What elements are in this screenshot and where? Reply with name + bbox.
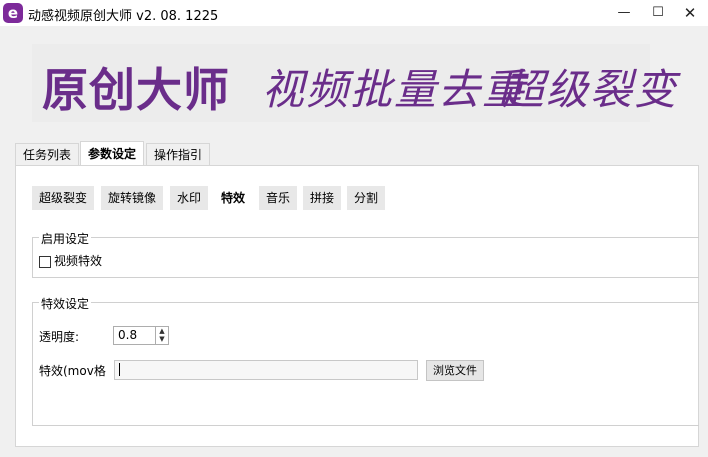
video-effect-checkbox-row[interactable]: 视频特效 <box>39 252 102 269</box>
subtab-split[interactable]: 分割 <box>347 186 386 210</box>
app-logo-icon: e <box>3 3 23 23</box>
text-caret <box>119 363 120 376</box>
subtab-super-fission[interactable]: 超级裂变 <box>32 186 95 210</box>
close-button[interactable]: ✕ <box>675 0 705 26</box>
enable-settings-title: 启用设定 <box>39 230 92 247</box>
maximize-button[interactable]: ☐ <box>643 0 673 26</box>
spinner-down-icon[interactable]: ▼ <box>156 335 168 343</box>
subtab-rotate-mirror[interactable]: 旋转镜像 <box>101 186 164 210</box>
opacity-spinner[interactable]: 0.8 ▲ ▼ <box>113 326 169 345</box>
browse-file-button[interactable]: 浏览文件 <box>426 360 484 381</box>
effect-file-label: 特效(mov格 <box>39 364 106 378</box>
title-bar: e 动感视频原创大师 v2. 08. 1225 — ☐ ✕ <box>0 0 708 26</box>
tab-guide[interactable]: 操作指引 <box>146 143 211 166</box>
video-effect-checkbox-label: 视频特效 <box>54 254 103 268</box>
banner: 原创大师 视频批量去重 超级裂变 <box>32 44 676 122</box>
video-effect-checkbox[interactable] <box>39 255 51 268</box>
effect-settings-title: 特效设定 <box>39 295 92 312</box>
subtab-effects[interactable]: 特效 <box>214 186 253 210</box>
banner-slogan-dedupe: 视频批量去重 <box>262 65 527 114</box>
spinner-arrows[interactable]: ▲ ▼ <box>155 327 168 344</box>
banner-logo-text: 原创大师 <box>42 63 230 117</box>
tab-parameters[interactable]: 参数设定 <box>80 141 145 167</box>
opacity-label: 透明度: <box>39 330 80 344</box>
subtab-music[interactable]: 音乐 <box>259 186 298 210</box>
opacity-value: 0.8 <box>118 328 138 342</box>
minimize-button[interactable]: — <box>609 0 639 26</box>
enable-settings-group: 启用设定 视频特效 <box>32 230 699 278</box>
effect-file-input[interactable] <box>114 360 418 380</box>
tab-task-list[interactable]: 任务列表 <box>15 143 80 166</box>
window-title: 动感视频原创大师 v2. 08. 1225 <box>28 9 219 24</box>
banner-slogan-fission: 超级裂变 <box>502 65 679 114</box>
subtab-watermark[interactable]: 水印 <box>170 186 209 210</box>
spinner-up-icon[interactable]: ▲ <box>156 327 168 335</box>
parameters-panel: 超级裂变 旋转镜像 水印 特效 音乐 拼接 分割 启用设定 视频特效 特效设定 … <box>15 165 699 447</box>
subtab-concat[interactable]: 拼接 <box>303 186 342 210</box>
